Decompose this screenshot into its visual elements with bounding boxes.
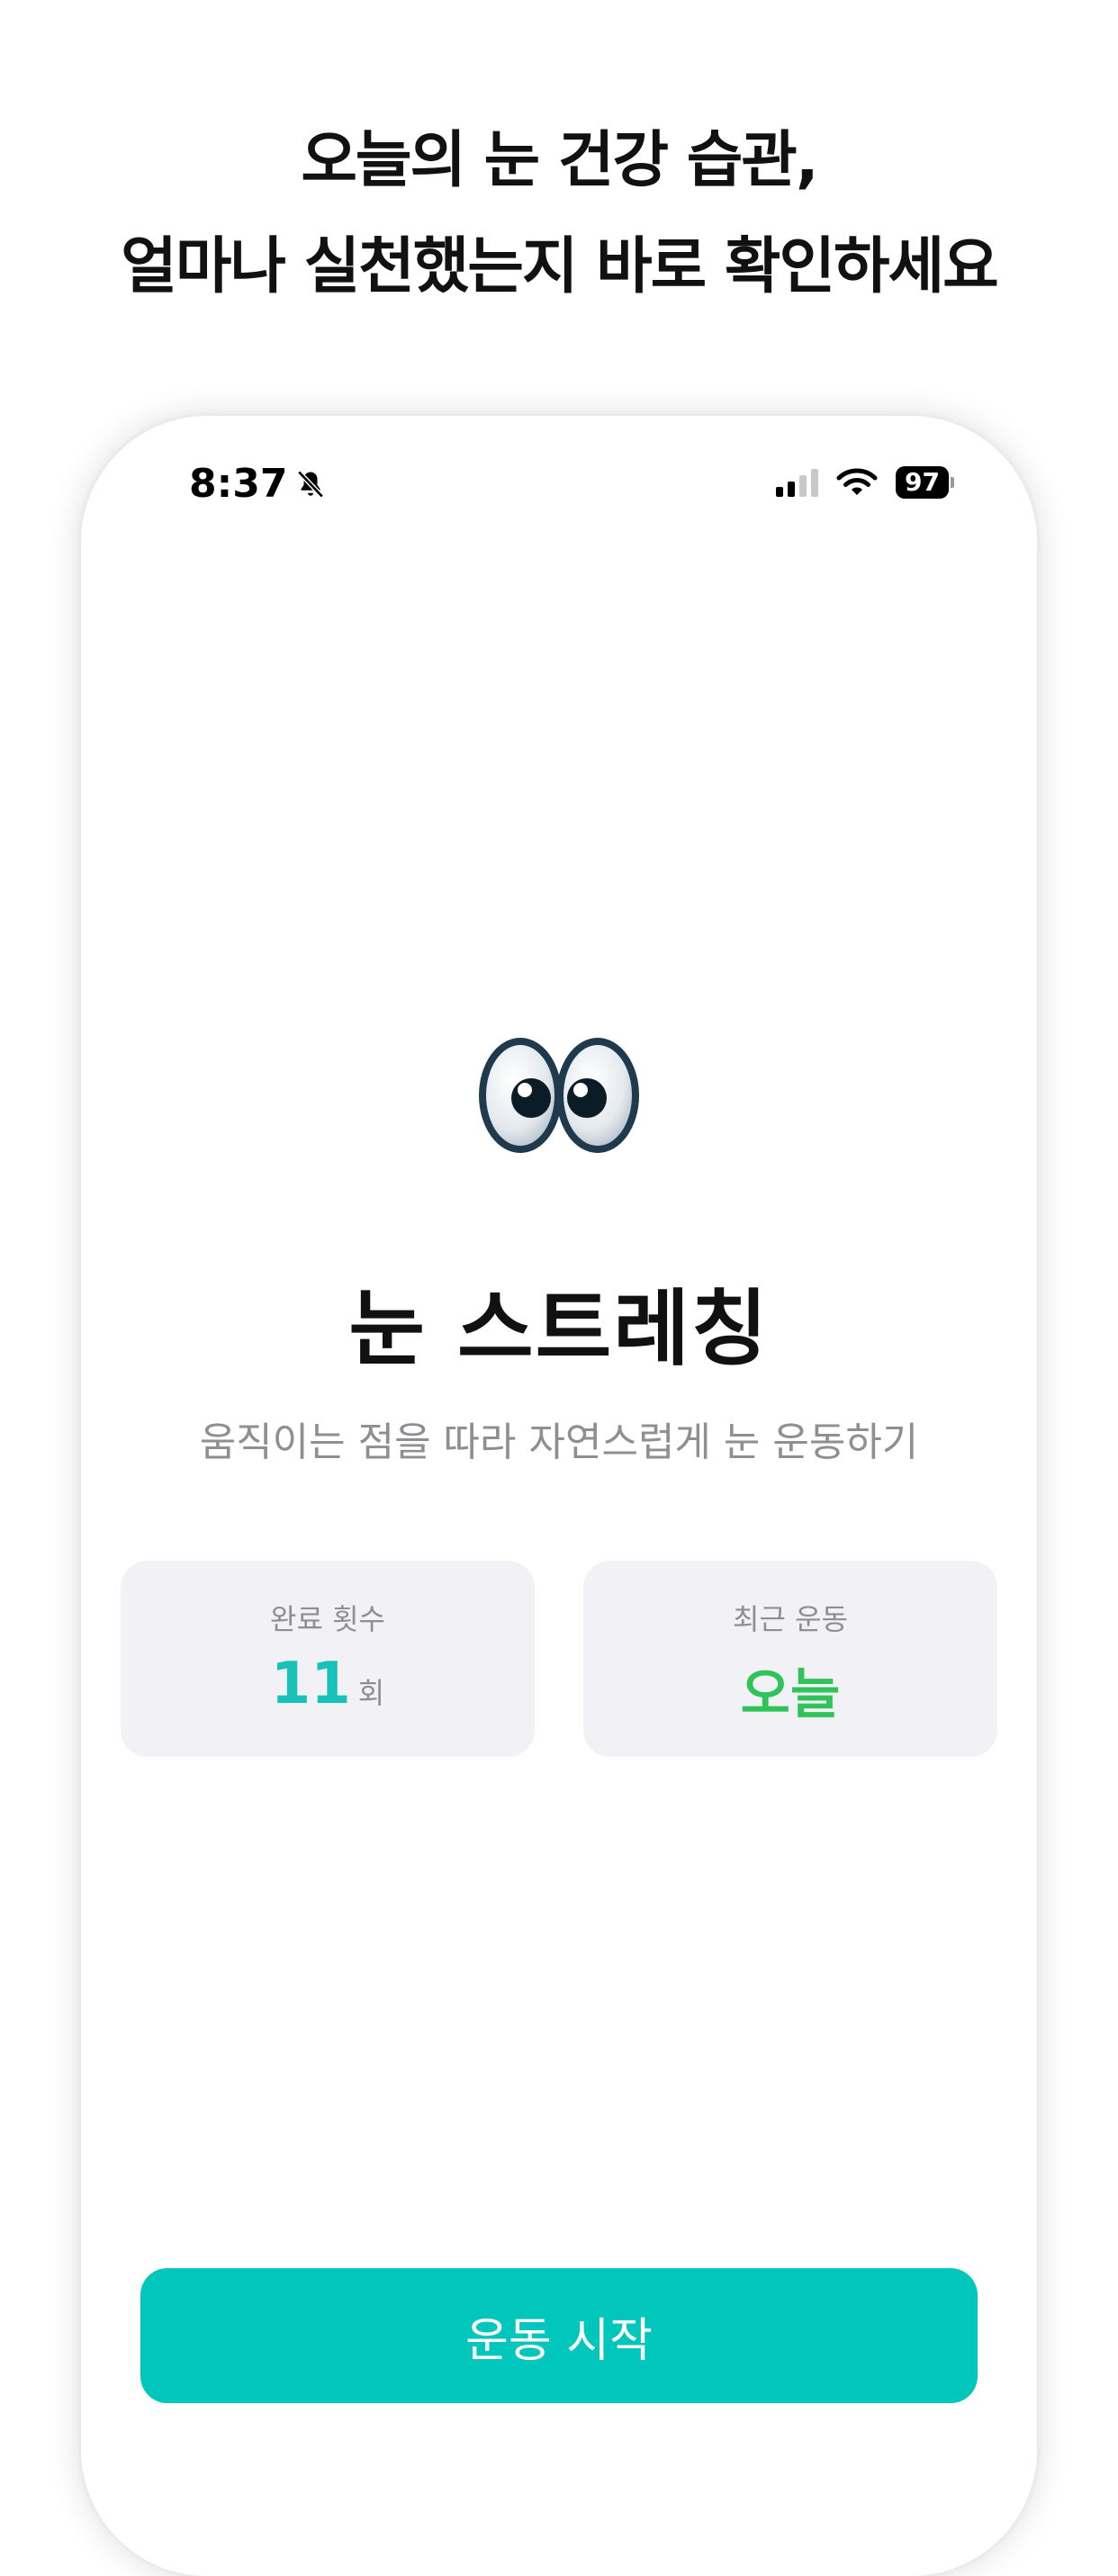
promo-headline: 오늘의 눈 건강 습관, 얼마나 실천했는지 바로 확인하세요 [0,108,1118,320]
start-exercise-button[interactable]: 운동 시작 [140,2268,978,2403]
recent-exercise-card: 최근 운동 오늘 [583,1561,997,1757]
eyes-icon [479,1038,639,1153]
signal-icon [776,468,819,497]
completion-count-value: 11 [270,1651,351,1717]
status-bar-time-group: 8:37 [189,461,327,507]
battery-icon: 97 [896,466,954,499]
promo-headline-line1: 오늘의 눈 건강 습관, [301,125,818,196]
completion-count-unit: 회 [357,1676,385,1710]
recent-exercise-value-group: 오늘 [583,1651,997,1729]
completion-count-card: 완료 횟수 11 회 [121,1561,535,1757]
recent-exercise-value: 오늘 [740,1663,841,1726]
page-title: 눈 스트레칭 [348,1281,770,1377]
bell-slash-icon [297,470,325,498]
promo-headline-line2: 얼마나 실천했는지 바로 확인하세요 [121,231,998,302]
page-subtitle: 움직이는 점을 따라 자연스럽게 눈 운동하기 [199,1419,919,1465]
status-time: 8:37 [189,461,288,507]
battery-level: 97 [896,466,949,499]
phone-frame: 8:37 97 눈 스트레칭 움직이는 점을 따라 자연스럽게 눈 운동하기 완… [81,416,1037,2576]
recent-exercise-label: 최근 운동 [733,1602,848,1636]
wifi-icon [836,468,878,495]
completion-count-label: 완료 횟수 [270,1602,385,1636]
status-bar-right: 97 [776,466,954,499]
completion-count-value-group: 11 회 [121,1651,535,1717]
